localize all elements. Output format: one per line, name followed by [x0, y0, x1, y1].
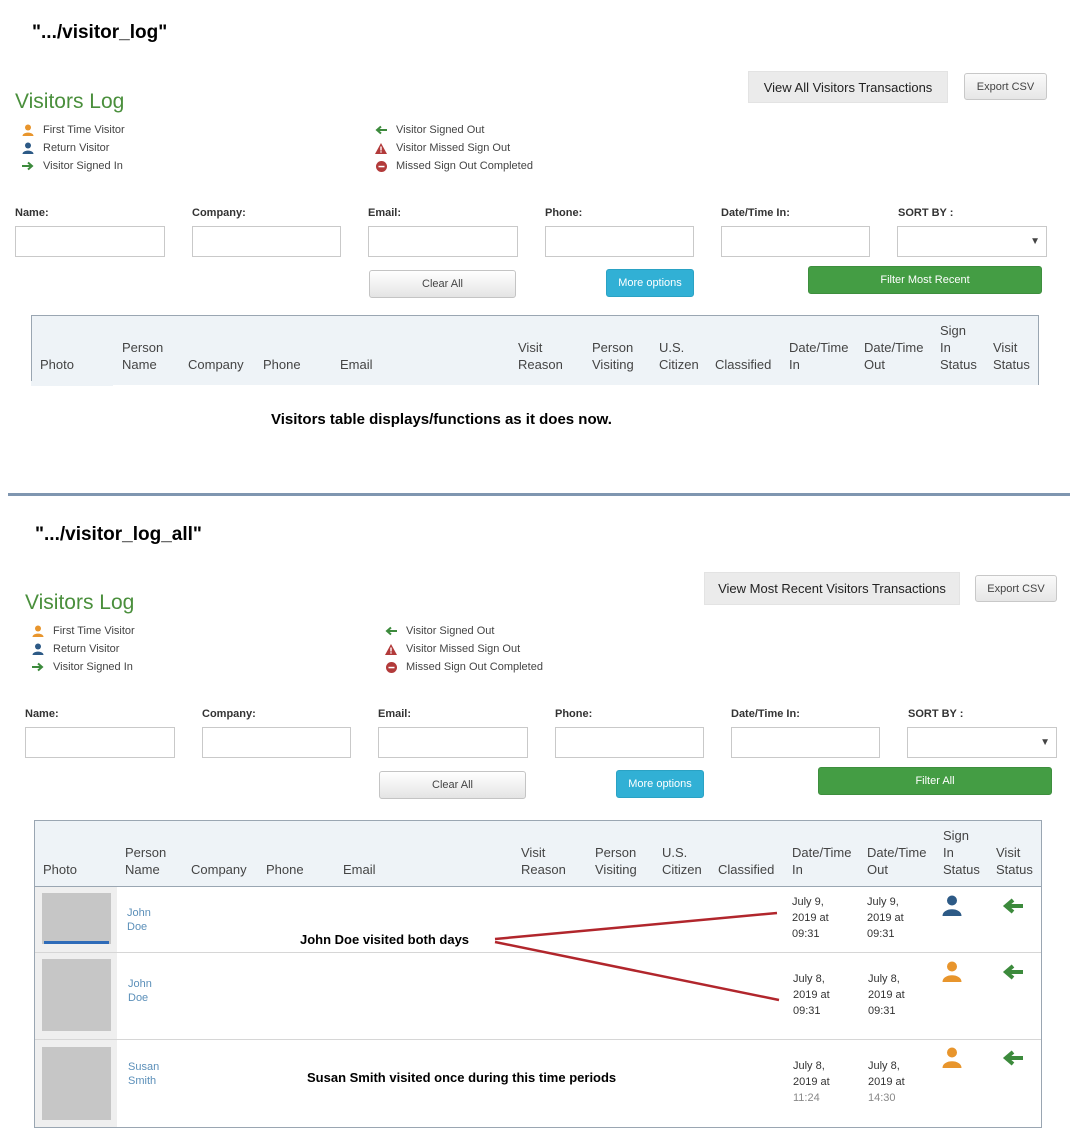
- annotation-line-july9: [494, 911, 778, 941]
- annotation-john-doe: John Doe visited both days: [300, 932, 470, 947]
- annotation-line-july8: [494, 940, 780, 1002]
- annotation-lines: [494, 911, 780, 1002]
- annotation-susan-smith: Susan Smith visited once during this tim…: [307, 1070, 617, 1085]
